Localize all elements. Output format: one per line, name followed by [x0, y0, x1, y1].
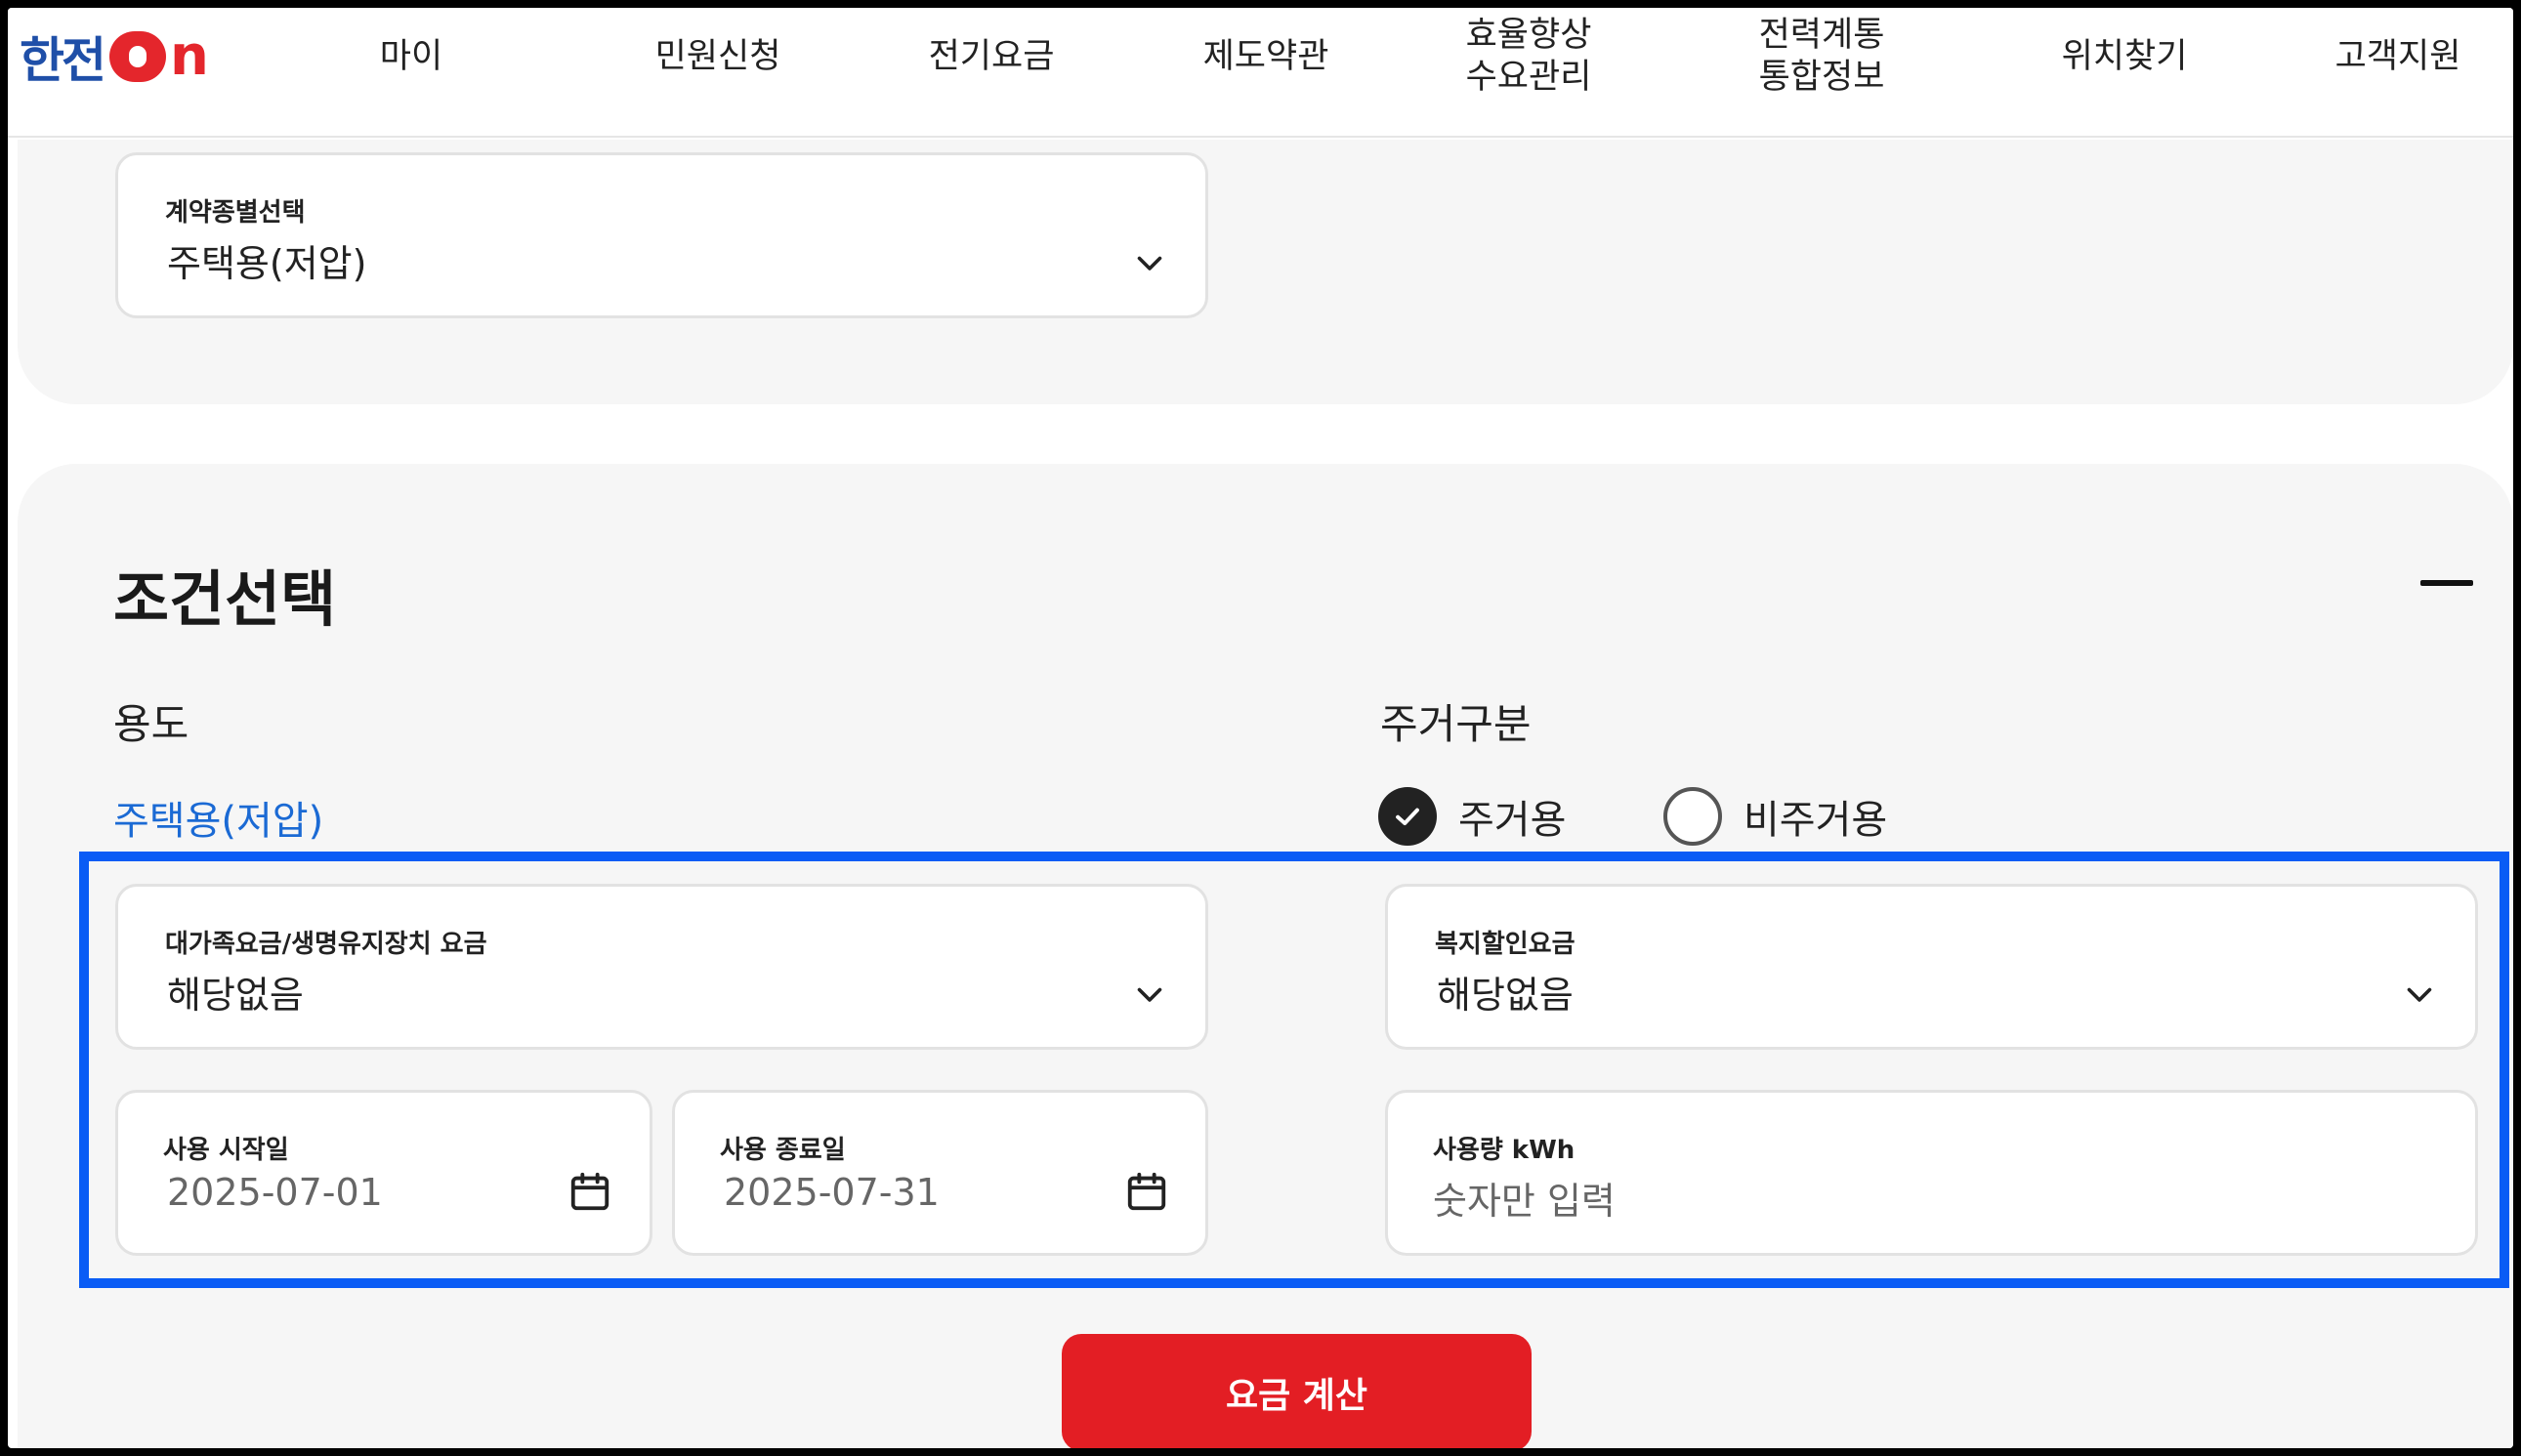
- chevron-down-icon: [2407, 987, 2432, 1002]
- nav-item-location[interactable]: 위치찾기: [2062, 8, 2188, 105]
- family-fee-value: 해당없음: [167, 974, 304, 1017]
- radio-residential-label: 주거용: [1458, 798, 1567, 843]
- end-date-label: 사용 종료일: [720, 1136, 846, 1165]
- nav-item-civil-application[interactable]: 민원신청: [655, 8, 781, 105]
- app-frame: 한전 n 마이 민원신청 전기요금 제도약관 효율향상 수요관리 전력계통 통합…: [8, 8, 2513, 1448]
- radio-residential[interactable]: 주거용: [1378, 787, 1566, 846]
- welfare-fee-value: 해당없음: [1437, 974, 1574, 1017]
- chevron-down-icon: [1137, 256, 1162, 270]
- nav-item-my[interactable]: 마이: [380, 8, 442, 105]
- radio-non-residential[interactable]: 비주거용: [1663, 787, 1887, 846]
- collapse-icon[interactable]: [2420, 580, 2473, 586]
- calculate-fee-button[interactable]: 요금 계산: [1062, 1334, 1532, 1448]
- top-navigation: 한전 n 마이 민원신청 전기요금 제도약관 효율향상 수요관리 전력계통 통합…: [8, 8, 2513, 138]
- brand-logo[interactable]: 한전 n: [20, 27, 209, 90]
- calendar-icon[interactable]: [567, 1169, 612, 1214]
- calendar-icon[interactable]: [1124, 1169, 1169, 1214]
- contract-type-select[interactable]: 계약종별선택 주택용(저압): [115, 152, 1208, 318]
- start-date-label: 사용 시작일: [163, 1136, 289, 1165]
- end-date-value: 2025-07-31: [724, 1171, 940, 1214]
- start-date-field[interactable]: 사용 시작일 2025-07-01: [115, 1090, 652, 1256]
- contract-type-label: 계약종별선택: [165, 198, 306, 228]
- chevron-down-icon: [1137, 987, 1162, 1002]
- start-date-value: 2025-07-01: [167, 1171, 383, 1214]
- nav-item-electricity-bill[interactable]: 전기요금: [929, 8, 1055, 105]
- family-fee-label: 대가족요금/생명유지장치 요금: [165, 930, 487, 959]
- nav-item-grid-info[interactable]: 전력계통 통합정보: [1759, 8, 1885, 105]
- check-icon: [1378, 787, 1437, 846]
- contract-type-value: 주택용(저압): [167, 242, 367, 285]
- usage-kwh-label: 사용량 kWh: [1433, 1136, 1576, 1165]
- nav-item-terms[interactable]: 제도약관: [1203, 8, 1329, 105]
- usage-label: 용도: [113, 700, 189, 748]
- nav-item-efficiency[interactable]: 효율향상 수요관리: [1466, 8, 1592, 105]
- contract-section: 계약종별선택 주택용(저압): [18, 140, 2513, 404]
- end-date-field[interactable]: 사용 종료일 2025-07-31: [672, 1090, 1208, 1256]
- nav-item-support[interactable]: 고객지원: [2335, 8, 2461, 105]
- usage-kwh-placeholder: 숫자만 입력: [1433, 1180, 1616, 1223]
- conditions-title: 조건선택: [113, 563, 337, 635]
- welfare-fee-label: 복지할인요금: [1435, 930, 1576, 959]
- radio-non-residential-label: 비주거용: [1744, 798, 1888, 843]
- usage-kwh-field[interactable]: 사용량 kWh 숫자만 입력: [1385, 1090, 2478, 1256]
- residence-label: 주거구분: [1380, 700, 1532, 748]
- radio-empty-icon: [1663, 787, 1722, 846]
- family-fee-select[interactable]: 대가족요금/생명유지장치 요금 해당없음: [115, 884, 1208, 1050]
- welfare-fee-select[interactable]: 복지할인요금 해당없음: [1385, 884, 2478, 1050]
- usage-value: 주택용(저압): [113, 799, 324, 844]
